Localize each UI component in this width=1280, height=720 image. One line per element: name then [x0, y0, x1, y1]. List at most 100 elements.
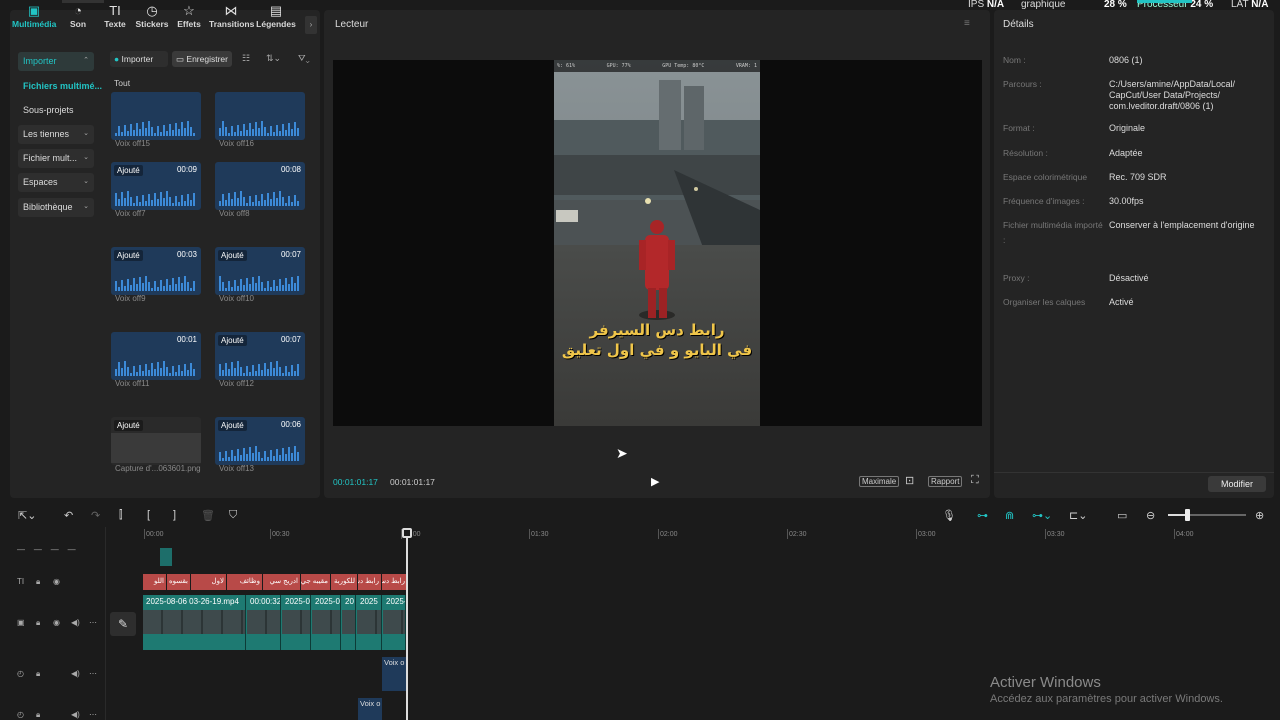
- game-scene: [554, 60, 760, 426]
- marker-icon[interactable]: ⛉: [229, 509, 237, 522]
- audio-clip[interactable]: Voix o: [382, 657, 407, 691]
- media-item-audio[interactable]: [111, 92, 201, 140]
- mute-icon[interactable]: ◀): [71, 669, 80, 678]
- zoom-slider-handle[interactable]: [1185, 509, 1190, 521]
- waveform-bar: [169, 124, 171, 136]
- text-clip[interactable]: وظائف: [227, 574, 262, 590]
- eye-icon[interactable]: ◉: [53, 577, 60, 586]
- play-button[interactable]: ▶: [651, 475, 659, 488]
- video-thumbnail-strip: [342, 610, 355, 634]
- split-icon[interactable]: ⫿: [119, 509, 123, 522]
- waveform-bar: [255, 122, 257, 136]
- zoom-in-icon[interactable]: ⊕: [1255, 509, 1264, 522]
- maximale-button[interactable]: Maximale: [859, 476, 900, 487]
- media-item-audio[interactable]: Ajouté 00:07: [215, 332, 305, 380]
- sticker-clip[interactable]: [160, 548, 172, 566]
- mute-icon[interactable]: ◀): [71, 618, 80, 627]
- tabs-scroll-right[interactable]: ›: [305, 16, 317, 34]
- lock-icon[interactable]: 🔒︎: [36, 669, 40, 679]
- delete-icon[interactable]: 🗑: [201, 509, 215, 522]
- undo-icon[interactable]: ↶: [64, 509, 73, 522]
- duration-label: 00:09: [176, 165, 197, 174]
- sidebar-espaces[interactable]: Espaces ⌄: [18, 173, 94, 192]
- sidebar-fichiers[interactable]: Fichiers multimé...: [23, 81, 102, 91]
- sidebar-importer[interactable]: Importer ⌃: [18, 52, 94, 71]
- text-clip[interactable]: مقيبه جي: [301, 574, 330, 590]
- video-clip[interactable]: 2025-0: [282, 595, 311, 650]
- waveform-bar: [264, 451, 266, 461]
- redo-icon[interactable]: ↷: [91, 509, 100, 522]
- more-icon[interactable]: ⋯: [89, 710, 97, 719]
- audio-track-icon: ◴: [17, 710, 24, 719]
- grid-view-icon[interactable]: ☷: [242, 53, 250, 64]
- video-clip[interactable]: 2025-08-06 03-26-19.mp4: [143, 595, 246, 650]
- playhead-handle[interactable]: [402, 528, 412, 538]
- audio-clip[interactable]: Voix o: [358, 698, 382, 720]
- waveform: [115, 190, 197, 206]
- tab-transitions[interactable]: ⋈ Transitions: [209, 3, 254, 29]
- waveform-bar: [267, 369, 269, 376]
- magnet-icon[interactable]: ⋒: [1005, 509, 1014, 522]
- waveform-bar: [219, 452, 221, 461]
- media-item-audio[interactable]: Ajouté 00:06: [215, 417, 305, 465]
- media-item-audio[interactable]: 00:01: [111, 332, 201, 380]
- waveform-bar: [234, 132, 236, 136]
- cover-edit-button[interactable]: ✎: [110, 612, 136, 636]
- text-clip[interactable]: لاول: [191, 574, 226, 590]
- tab-effets[interactable]: ☆ Effets: [167, 3, 211, 29]
- snapshot-icon[interactable]: ⊡: [905, 474, 914, 487]
- sidebar-les-tiennes[interactable]: Les tiennes ⌄: [18, 125, 94, 144]
- menu-icon[interactable]: ≡: [964, 18, 970, 29]
- media-item-image[interactable]: Ajouté: [111, 417, 201, 465]
- lock-icon[interactable]: 🔒︎: [36, 618, 40, 628]
- playhead[interactable]: [406, 531, 408, 720]
- lock-icon[interactable]: 🔒︎: [36, 710, 40, 720]
- mute-icon[interactable]: ◀): [71, 710, 80, 719]
- video-clip[interactable]: 20: [342, 595, 356, 650]
- media-item-audio[interactable]: Ajouté 00:09: [111, 162, 201, 210]
- caption-icon[interactable]: ▭: [1117, 509, 1127, 522]
- video-clip[interactable]: 2025: [357, 595, 382, 650]
- media-item-audio[interactable]: Ajouté 00:03: [111, 247, 201, 295]
- media-item-audio[interactable]: [215, 92, 305, 140]
- fullscreen-icon[interactable]: ⛶: [971, 474, 979, 487]
- media-item-audio[interactable]: 00:08: [215, 162, 305, 210]
- link-main-icon[interactable]: ⊶: [977, 509, 988, 522]
- sort-icon[interactable]: ⇅⌄: [266, 53, 281, 64]
- detail-value: Activé: [1109, 297, 1134, 307]
- tab-multimedia[interactable]: ▣ Multimédia: [12, 3, 56, 29]
- rapport-button[interactable]: Rapport: [928, 476, 963, 487]
- sidebar-fichier-mult[interactable]: Fichier mult... ⌄: [18, 149, 94, 168]
- lock-icon[interactable]: 🔒︎: [36, 577, 40, 587]
- microphone-icon[interactable]: 🎙: [942, 509, 956, 522]
- text-clip[interactable]: ادريج سي: [263, 574, 300, 590]
- import-button[interactable]: ● Importer: [110, 51, 168, 67]
- sidebar-bibliotheque[interactable]: Bibliothèque ⌄: [18, 198, 94, 217]
- text-clip[interactable]: رابط دس: [382, 574, 407, 590]
- trim-left-icon[interactable]: [: [147, 509, 150, 521]
- zoom-out-icon[interactable]: ⊖: [1146, 509, 1155, 522]
- waveform-bar: [157, 126, 159, 136]
- record-button[interactable]: ▭ Enregistrer: [172, 51, 232, 67]
- more-icon[interactable]: ⋯: [89, 669, 97, 678]
- text-clip[interactable]: للكوربة: [331, 574, 357, 590]
- tab-legendes[interactable]: ▤ Légendes: [254, 3, 298, 29]
- text-clip[interactable]: رابط دس: [358, 574, 381, 590]
- preview-axis-icon[interactable]: ⊏⌄: [1069, 509, 1087, 522]
- trim-right-icon[interactable]: ]: [173, 509, 176, 521]
- text-track-icon: TI: [17, 577, 25, 586]
- waveform-bar: [175, 372, 177, 376]
- text-clip[interactable]: اللو: [143, 574, 166, 590]
- select-tool-icon[interactable]: ⇱⌄: [18, 509, 36, 522]
- modify-button[interactable]: Modifier: [1208, 476, 1266, 492]
- text-clip[interactable]: بقسوه: [167, 574, 190, 590]
- sidebar-sous-projets[interactable]: Sous-projets: [23, 105, 74, 115]
- media-item-audio[interactable]: Ajouté 00:07: [215, 247, 305, 295]
- more-icon[interactable]: ⋯: [89, 618, 97, 627]
- video-clip[interactable]: 2025-0: [312, 595, 341, 650]
- video-clip[interactable]: 2025-: [383, 595, 406, 650]
- video-clip[interactable]: 00:00:32: [247, 595, 281, 650]
- link-icon[interactable]: ⊶⌄: [1032, 509, 1052, 522]
- eye-icon[interactable]: ◉: [53, 618, 60, 627]
- filter-icon[interactable]: ⛛⌄: [298, 53, 310, 64]
